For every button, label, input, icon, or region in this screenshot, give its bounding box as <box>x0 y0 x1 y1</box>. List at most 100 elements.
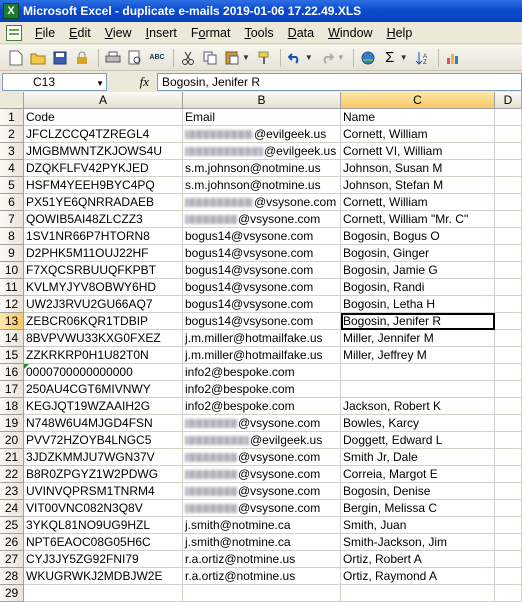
excel-app-icon[interactable]: X <box>3 3 19 19</box>
cell-code[interactable]: JFCLZCCQ4TZREGL4 <box>24 126 183 143</box>
cell-code[interactable]: NPT6EAOC08G05H6C <box>24 534 183 551</box>
column-header-d[interactable]: D <box>495 92 522 109</box>
row-header[interactable]: 10 <box>0 262 24 279</box>
cell-name[interactable]: Jackson, Robert K <box>341 398 495 415</box>
cell-empty[interactable] <box>495 483 522 500</box>
cell-code[interactable]: PX51YE6QNRRADAEB <box>24 194 183 211</box>
cell-code[interactable]: DZQKFLFV42PYKJED <box>24 160 183 177</box>
row-header[interactable]: 20 <box>0 432 24 449</box>
row-header[interactable]: 4 <box>0 160 24 177</box>
row-header[interactable]: 15 <box>0 347 24 364</box>
spelling-icon[interactable]: ABC <box>147 48 167 68</box>
cell-email[interactable]: @evilgeek.us <box>183 143 341 160</box>
row-header[interactable]: 14 <box>0 330 24 347</box>
undo-dropdown-icon[interactable]: ▼ <box>305 53 313 62</box>
row-header[interactable]: 9 <box>0 245 24 262</box>
cell-email[interactable]: j.smith@notmine.ca <box>183 517 341 534</box>
cell-code[interactable]: N748W6U4MJGD4FSN <box>24 415 183 432</box>
column-header-a[interactable]: A <box>24 92 183 109</box>
cell-code[interactable]: 8BVPVWU33KXG0FXEZ <box>24 330 183 347</box>
cell-code[interactable]: F7XQCSRBUUQFKPBT <box>24 262 183 279</box>
print-preview-icon[interactable] <box>125 48 145 68</box>
paste-dropdown-icon[interactable]: ▼ <box>242 53 250 62</box>
hyperlink-icon[interactable] <box>358 48 378 68</box>
row-header[interactable]: 12 <box>0 296 24 313</box>
cell-name[interactable]: Ortiz, Robert A <box>341 551 495 568</box>
cell-email[interactable]: bogus14@vsysone.com <box>183 296 341 313</box>
cell-name[interactable] <box>341 364 495 381</box>
cell-name[interactable]: Johnson, Susan M <box>341 160 495 177</box>
redo-dropdown-icon[interactable]: ▼ <box>337 53 345 62</box>
cell-name[interactable]: Miller, Jennifer M <box>341 330 495 347</box>
cell-name[interactable]: Cornett, William "Mr. C" <box>341 211 495 228</box>
menu-format[interactable]: Format <box>184 23 238 43</box>
open-icon[interactable] <box>28 48 48 68</box>
cell-name[interactable] <box>341 381 495 398</box>
column-header-c[interactable]: C <box>341 92 495 109</box>
cell-empty[interactable] <box>495 381 522 398</box>
cell-email[interactable]: @vsysone.com <box>183 466 341 483</box>
cell-empty[interactable] <box>495 313 522 330</box>
cell-name[interactable]: Bogosin, Denise <box>341 483 495 500</box>
cell-name[interactable]: Johnson, Stefan M <box>341 177 495 194</box>
cell-email[interactable]: r.a.ortiz@notmine.us <box>183 568 341 585</box>
sort-icon[interactable]: AZ <box>412 48 432 68</box>
cell-code[interactable]: 1SV1NR66P7HTORN8 <box>24 228 183 245</box>
cell-email[interactable]: @evilgeek.us <box>183 432 341 449</box>
cell-code[interactable]: PVV72HZOYB4LNGC5 <box>24 432 183 449</box>
name-box[interactable]: C13 ▼ <box>2 72 107 91</box>
cell-empty[interactable] <box>495 245 522 262</box>
cell-empty[interactable] <box>495 364 522 381</box>
cell-name[interactable]: Bogosin, Jamie G <box>341 262 495 279</box>
row-header[interactable]: 26 <box>0 534 24 551</box>
cell-empty[interactable] <box>495 432 522 449</box>
cut-icon[interactable] <box>178 48 198 68</box>
cell-empty[interactable] <box>495 262 522 279</box>
cell-name[interactable]: Doggett, Edward L <box>341 432 495 449</box>
cell-email[interactable]: @vsysone.com <box>183 415 341 432</box>
chart-icon[interactable] <box>443 48 463 68</box>
menu-tools[interactable]: Tools <box>237 23 280 43</box>
cell-empty[interactable] <box>495 449 522 466</box>
row-header[interactable]: 28 <box>0 568 24 585</box>
cell-name[interactable]: Bogosin, Bogus O <box>341 228 495 245</box>
cell-code[interactable]: QOWIB5AI48ZLCZZ3 <box>24 211 183 228</box>
cell-email[interactable]: @vsysone.com <box>183 483 341 500</box>
cell-email[interactable]: @vsysone.com <box>183 500 341 517</box>
cell-empty[interactable] <box>495 585 522 602</box>
column-header-b[interactable]: B <box>183 92 341 109</box>
row-header[interactable]: 2 <box>0 126 24 143</box>
cell-email[interactable]: info2@bespoke.com <box>183 398 341 415</box>
row-header[interactable]: 23 <box>0 483 24 500</box>
cell-name[interactable]: Bogosin, Randi <box>341 279 495 296</box>
cell-empty[interactable] <box>495 330 522 347</box>
cell-email[interactable]: j.m.miller@hotmailfake.us <box>183 347 341 364</box>
row-header[interactable]: 8 <box>0 228 24 245</box>
cell-email[interactable]: bogus14@vsysone.com <box>183 245 341 262</box>
menu-help[interactable]: Help <box>380 23 420 43</box>
row-header[interactable]: 27 <box>0 551 24 568</box>
row-header[interactable]: 21 <box>0 449 24 466</box>
cell-code[interactable]: 3YKQL81NO9UG9HZL <box>24 517 183 534</box>
cell-code[interactable]: WKUGRWKJ2MDBJW2E <box>24 568 183 585</box>
cell-email[interactable]: bogus14@vsysone.com <box>183 313 341 330</box>
cell-empty[interactable] <box>495 500 522 517</box>
cell-empty[interactable] <box>495 517 522 534</box>
row-header[interactable]: 1 <box>0 109 24 126</box>
format-painter-icon[interactable] <box>254 48 274 68</box>
cell-empty[interactable] <box>495 211 522 228</box>
cell-code[interactable]: UVINVQPRSM1TNRM4 <box>24 483 183 500</box>
cell-email[interactable]: info2@bespoke.com <box>183 364 341 381</box>
cell-empty[interactable] <box>495 347 522 364</box>
save-icon[interactable] <box>50 48 70 68</box>
cell-code[interactable]: ZZKRKRP0H1U82T0N <box>24 347 183 364</box>
cell-email[interactable]: info2@bespoke.com <box>183 381 341 398</box>
formula-input[interactable]: Bogosin, Jenifer R <box>157 72 522 91</box>
cell-email[interactable]: @evilgeek.us <box>183 126 341 143</box>
cell-empty[interactable] <box>495 109 522 126</box>
menu-edit[interactable]: Edit <box>62 23 98 43</box>
cell-code[interactable]: UW2J3RVU2GU66AQ7 <box>24 296 183 313</box>
workbook-icon[interactable] <box>6 24 22 41</box>
menu-insert[interactable]: Insert <box>139 23 184 43</box>
row-header[interactable]: 6 <box>0 194 24 211</box>
